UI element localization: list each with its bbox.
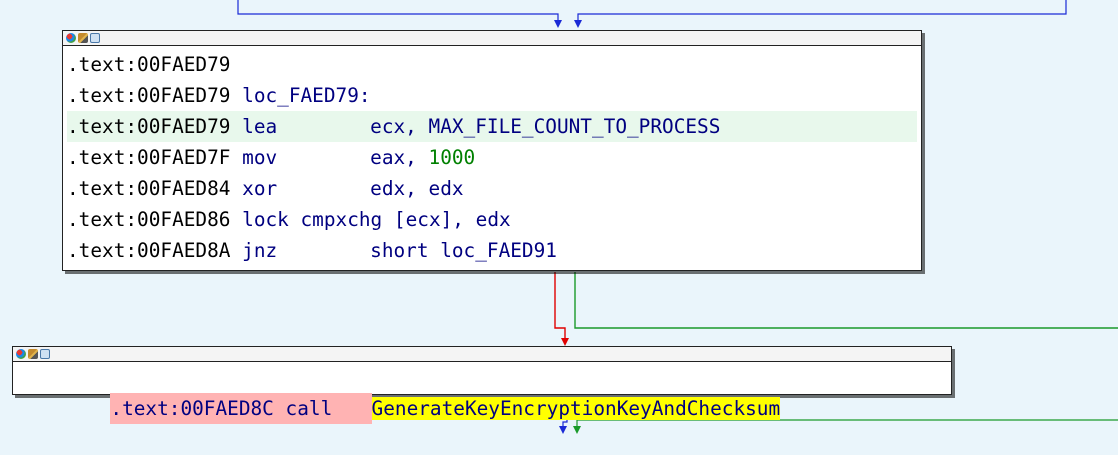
basic-block-top[interactable]: .text:00FAED79 .text:00FAED79 loc_FAED79… [62,30,922,271]
call-target-symbol[interactable]: GenerateKeyEncryptionKeyAndChecksum [371,397,781,420]
disassembly-lines: .text:00FAED79 .text:00FAED79 loc_FAED79… [63,46,921,270]
arrow-incoming-right [574,20,582,28]
edit-pencil-icon[interactable] [28,349,38,359]
disasm-line-selected[interactable]: .text:00FAED79 lea ecx, MAX_FILE_COUNT_TO… [67,111,917,142]
edit-pencil-icon[interactable] [78,33,88,43]
edge-true-branch [574,272,1118,329]
disasm-line[interactable]: .text:00FAED86 lock cmpxchg [ecx], edx [67,204,917,235]
disasm-line[interactable]: .text:00FAED79 loc_FAED79: [67,80,917,111]
color-picker-icon[interactable] [66,33,76,43]
disasm-line[interactable]: .text:00FAED7F mov eax, 1000 [67,142,917,173]
code-label[interactable]: loc_FAED79: [242,84,370,107]
arrow-outgoing-blue [559,426,567,434]
color-picker-icon[interactable] [16,349,26,359]
mnemonic: xor [242,177,278,200]
disasm-line[interactable]: .text:00FAED84 xor edx, edx [67,173,917,204]
edge-incoming-left [237,0,559,22]
mnemonic: lock cmpxchg [242,208,383,231]
block-titlebar [63,31,921,46]
jump-target-label[interactable]: loc_FAED91 [440,239,557,262]
graph-canvas[interactable]: .text:00FAED79 .text:00FAED79 loc_FAED79… [0,0,1118,436]
graph-overview-icon[interactable] [90,33,100,43]
mnemonic: lea [242,115,278,138]
arrow-false-branch [561,338,569,346]
edge-false-branch [554,272,566,340]
block-titlebar [13,347,951,362]
mnemonic: call [285,397,333,420]
disassembly-lines: .text:00FAED8C call GenerateKeyEncryption… [13,362,951,424]
edge-incoming-right [577,0,1067,22]
arrow-incoming-left [554,20,562,28]
graph-overview-icon[interactable] [40,349,50,359]
mnemonic: jnz [242,239,278,262]
disasm-line-call[interactable]: .text:00FAED8C call GenerateKeyEncryption… [13,362,951,424]
symbol-operand[interactable]: MAX_FILE_COUNT_TO_PROCESS [429,115,721,138]
immediate-value: 1000 [428,146,476,169]
basic-block-bottom[interactable]: .text:00FAED8C call GenerateKeyEncryption… [12,346,952,424]
disasm-line[interactable]: .text:00FAED79 [67,49,917,80]
arrow-incoming-green [573,426,581,434]
mnemonic: mov [242,146,278,169]
disasm-line[interactable]: .text:00FAED8A jnz short loc_FAED91 [67,235,917,266]
